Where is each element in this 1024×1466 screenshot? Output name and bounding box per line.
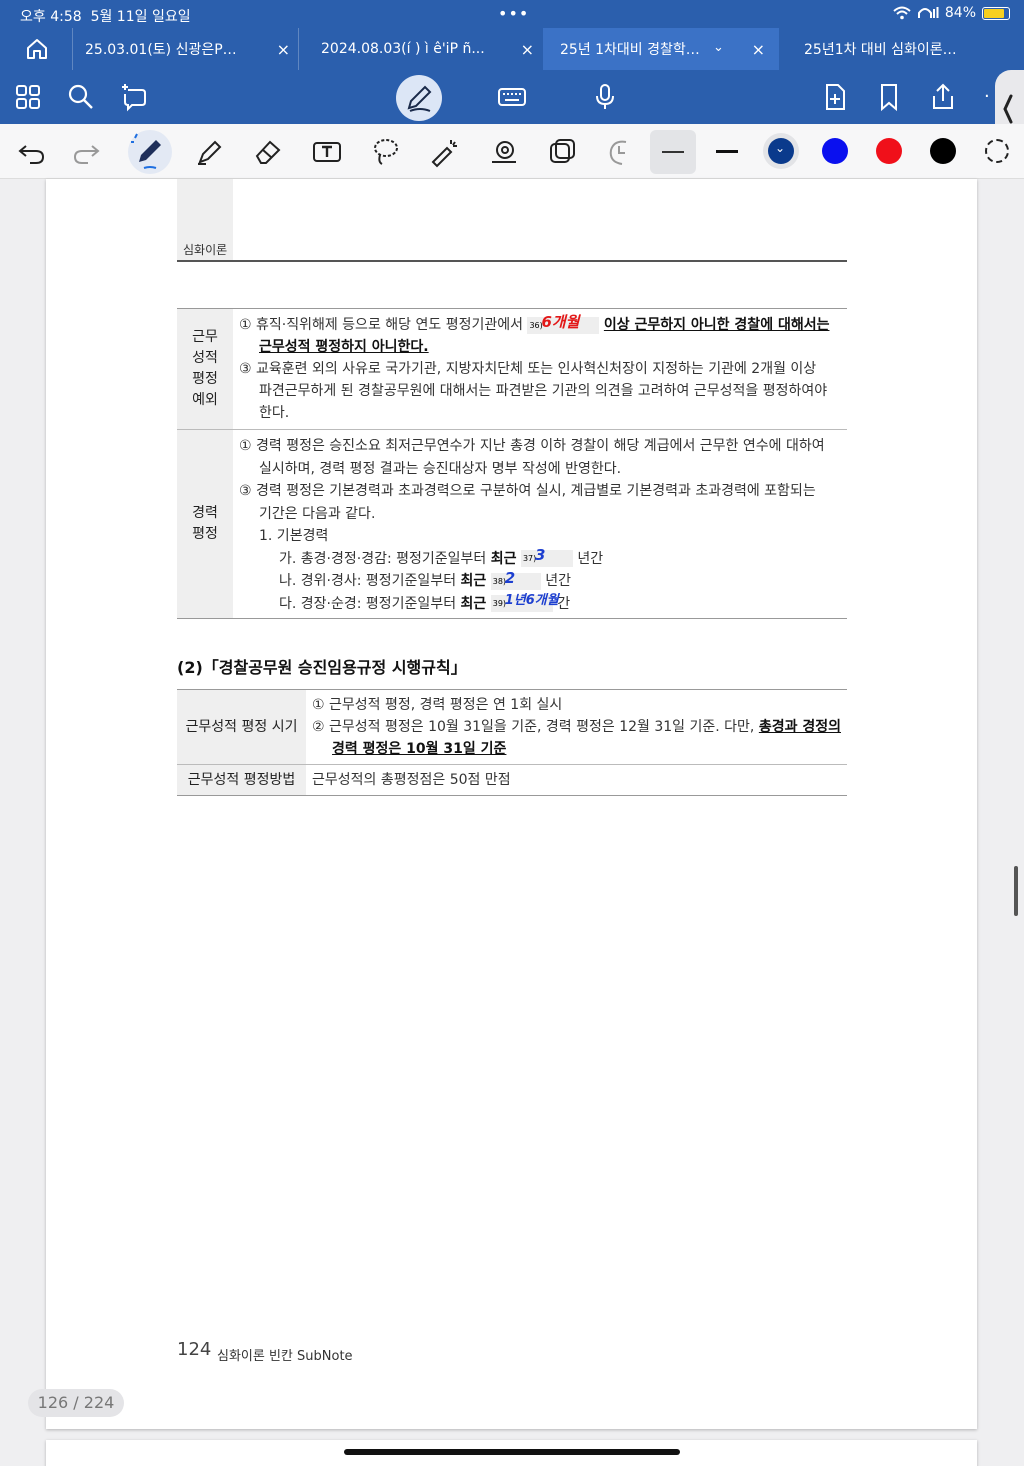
footer-title: 심화이론 빈칸 SubNote [217, 1349, 353, 1364]
header-divider [177, 260, 847, 262]
header-label: 심화이론 [183, 243, 228, 257]
more-dot-icon[interactable]: · [984, 86, 990, 107]
home-icon[interactable] [26, 38, 48, 60]
stroke-medium-icon [716, 150, 738, 153]
row-header-work-exception: 근무 성적 평정 예외 [177, 308, 233, 430]
blank-37: 37) 3 [520, 546, 573, 567]
close-icon[interactable]: × [521, 40, 534, 59]
pen-icon [131, 133, 161, 169]
status-bar: 오후 4:58 5월 11일 일요일 ••• 84% [0, 0, 1024, 28]
handwriting-answer: 3 [534, 546, 546, 564]
search-icon[interactable] [66, 82, 96, 112]
headphones-icon [917, 7, 939, 18]
battery-icon [982, 6, 1010, 20]
document-page: 심화이론 근무 성적 평정 예외 ① 휴직·직위해제 등으로 해당 연도 평정기… [46, 179, 977, 1429]
row-body-evaluation-timing: ① 근무성적 평정, 경력 평정은 연 1회 실시 ② 근무성적 평정은 10월… [312, 697, 841, 757]
status-time: 오후 4:58 5월 11일 일요일 [20, 9, 191, 25]
pen-mode-icon [407, 85, 432, 112]
lasso-icon[interactable] [370, 136, 402, 168]
stroke-medium-button[interactable] [704, 130, 750, 174]
tab-document-2[interactable]: 2024.08.03(í ) ì ê'iP ñ... × [298, 28, 542, 70]
add-color-icon[interactable] [985, 139, 1009, 163]
battery-percent: 84% [944, 5, 976, 21]
wifi-icon [893, 6, 911, 20]
color-swatch-black[interactable] [930, 138, 956, 164]
row-body-career-evaluation: ① 경력 평정은 승진소요 최저근무연수가 지난 총경 이하 경찰이 해당 계급… [233, 429, 847, 619]
redo-icon[interactable] [70, 136, 102, 168]
blank-38: 38) 2 [490, 568, 541, 590]
close-icon[interactable]: × [277, 40, 290, 59]
color-swatch-blue[interactable] [822, 138, 848, 164]
table-row: 경력 평정 ① 경력 평정은 승진소요 최저근무연수가 지난 총경 이하 경찰이… [177, 429, 847, 619]
color-swatch-red[interactable] [876, 138, 902, 164]
grid-view-icon[interactable] [14, 82, 44, 112]
blank-39: 39) 1년6개월 [490, 593, 559, 612]
sticker-icon[interactable] [547, 136, 579, 168]
page-indicator[interactable]: 126 / 224 [28, 1389, 124, 1417]
section-title: (2)「경찰공무원 승진임용규정 시행규칙」 [177, 658, 467, 677]
pen-tool-button[interactable] [128, 130, 172, 174]
undo-icon[interactable] [16, 136, 48, 168]
row-body-evaluation-method: 근무성적의 총평정점은 50점 만점 [306, 764, 847, 796]
microphone-icon[interactable] [590, 82, 620, 112]
page-number: 124 [177, 1339, 212, 1360]
text-tool-icon[interactable] [311, 136, 343, 168]
tab-document-3[interactable]: 25년 1차대비 경찰학… ⌄ × [543, 28, 779, 70]
keyboard-icon[interactable] [497, 82, 527, 112]
handwriting-answer: 6개월 [541, 312, 580, 331]
stroke-thin-icon [662, 151, 684, 153]
magic-select-icon[interactable] [120, 82, 150, 112]
promotion-rules-table: 근무성적 평정 시기 ① 근무성적 평정, 경력 평정은 연 1회 실시 ② 근… [177, 689, 847, 796]
handwriting-answer: 1년6개월 [504, 593, 559, 608]
shape-tool-icon[interactable] [488, 136, 520, 168]
eraser-icon[interactable] [252, 136, 284, 168]
drawing-toolbar [0, 124, 1024, 179]
document-tab-bar: 25.03.01(토) 신광은P… × 2024.08.03(í ) ì ê'i… [0, 28, 1024, 70]
table-row: 근무성적 평정방법 근무성적의 총평정점은 50점 만점 [177, 764, 847, 796]
table-row: 근무성적 평정 시기 ① 근무성적 평정, 경력 평정은 연 1회 실시 ② 근… [177, 689, 847, 765]
home-indicator[interactable] [344, 1449, 680, 1455]
stroke-thin-button[interactable] [650, 130, 696, 174]
pen-mode-button[interactable] [396, 75, 442, 121]
highlighter-icon[interactable] [194, 136, 226, 168]
chevron-down-icon[interactable]: ⌄ [713, 40, 724, 55]
row-header-career-evaluation: 경력 평정 [177, 429, 233, 619]
laser-pointer-icon[interactable] [429, 136, 461, 168]
bookmark-icon[interactable] [874, 82, 904, 112]
multitask-dots-icon[interactable]: ••• [498, 4, 529, 23]
add-page-icon[interactable] [820, 82, 850, 112]
evaluation-table: 근무 성적 평정 예외 ① 휴직·직위해제 등으로 해당 연도 평정기관에서 3… [177, 308, 847, 619]
row-header-evaluation-method: 근무성적 평정방법 [177, 764, 307, 796]
color-swatch-navy[interactable]: ⌄ [768, 138, 794, 164]
handwriting-answer: 2 [504, 568, 516, 587]
row-header-evaluation-timing: 근무성적 평정 시기 [177, 689, 307, 765]
tab-document-1[interactable]: 25.03.01(토) 신광은P… × [72, 28, 298, 70]
blank-36: 36) 6개월 [527, 312, 600, 334]
close-icon[interactable]: × [752, 40, 765, 59]
chevron-down-icon: ⌄ [775, 141, 786, 155]
share-icon[interactable] [928, 82, 958, 112]
scrollbar[interactable] [1014, 866, 1018, 916]
clock-icon[interactable] [604, 136, 636, 168]
main-toolbar: · [0, 70, 1024, 124]
tab-document-4[interactable]: 25년1차 대비 심화이론… [780, 28, 980, 70]
row-body-work-exception: ① 휴직·직위해제 등으로 해당 연도 평정기관에서 36) 6개월 이상 근무하… [239, 312, 830, 421]
table-row: 근무 성적 평정 예외 ① 휴직·직위해제 등으로 해당 연도 평정기관에서 3… [177, 308, 847, 430]
